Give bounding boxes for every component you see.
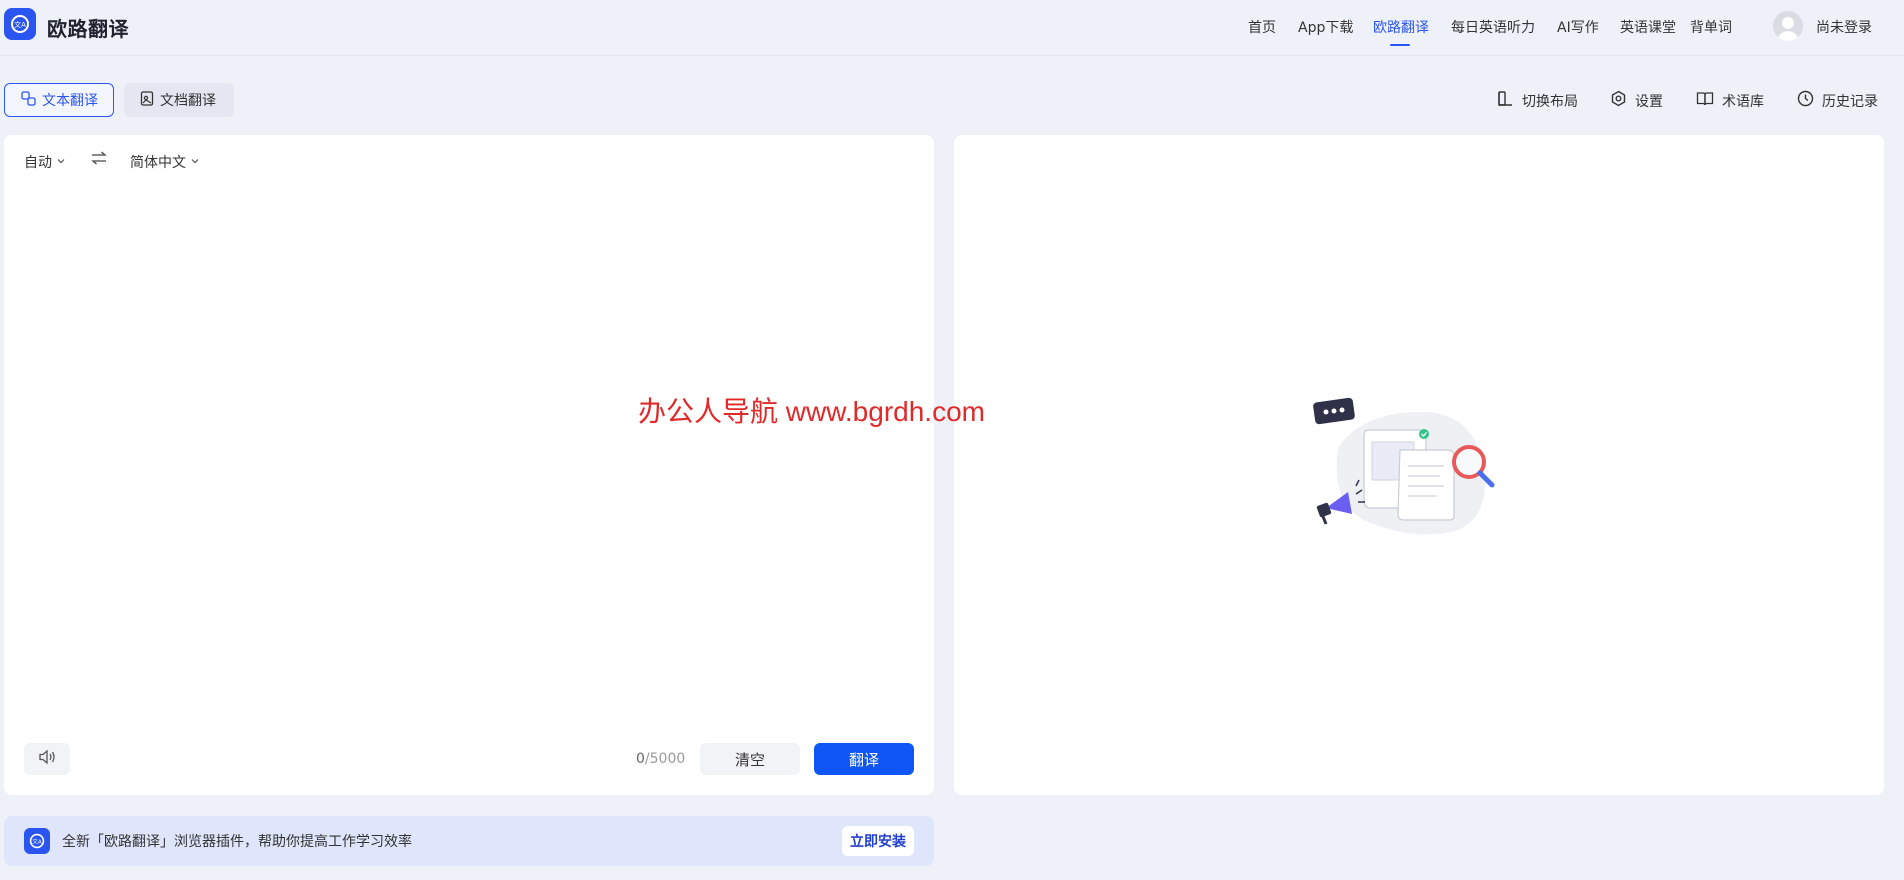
svg-text:文A: 文A — [32, 837, 42, 845]
glossary-label: 术语库 — [1722, 93, 1764, 110]
layout-icon — [1497, 90, 1514, 111]
target-language-select[interactable]: 简体中文 — [130, 152, 200, 172]
nav-vocabulary[interactable]: 背单词 — [1690, 17, 1732, 37]
swap-languages-button[interactable] — [91, 151, 107, 169]
settings-icon — [1610, 90, 1627, 111]
source-language-label: 自动 — [24, 155, 52, 171]
extension-banner: 文A 全新「欧路翻译」浏览器插件，帮助你提高工作学习效率 立即安装 — [4, 816, 934, 866]
source-language-select[interactable]: 自动 — [24, 152, 66, 172]
logo-icon[interactable]: 文A — [4, 8, 36, 40]
logo-icon: 文A — [24, 828, 50, 854]
nav-translate[interactable]: 欧路翻译 — [1373, 17, 1429, 37]
swap-icon — [91, 151, 107, 169]
tab-document-translate-label: 文档翻译 — [160, 93, 216, 109]
svg-text:文A: 文A — [14, 20, 26, 29]
speak-button[interactable] — [24, 743, 70, 775]
nav-home[interactable]: 首页 — [1248, 17, 1276, 37]
switch-layout-button[interactable]: 切换布局 — [1497, 90, 1578, 111]
target-language-label: 简体中文 — [130, 155, 186, 171]
translate-button[interactable]: 翻译 — [814, 743, 914, 775]
result-panel — [954, 135, 1884, 795]
tab-text-translate-label: 文本翻译 — [42, 93, 98, 109]
text-translate-icon — [21, 90, 36, 110]
history-icon — [1797, 90, 1814, 111]
settings-button[interactable]: 设置 — [1610, 90, 1663, 111]
chevron-down-icon — [56, 154, 66, 170]
document-icon — [140, 90, 154, 110]
login-link[interactable]: 尚未登录 — [1816, 17, 1872, 37]
nav-english-class[interactable]: 英语课堂 — [1620, 17, 1676, 37]
switch-layout-label: 切换布局 — [1522, 93, 1578, 110]
history-button[interactable]: 历史记录 — [1797, 90, 1878, 111]
watermark-text: 办公人导航 www.bgrdh.com — [638, 396, 985, 427]
nav-ai-writing[interactable]: AI写作 — [1557, 17, 1599, 37]
brand-name[interactable]: 欧路翻译 — [47, 13, 129, 42]
chevron-down-icon — [190, 154, 200, 170]
settings-label: 设置 — [1635, 93, 1663, 110]
nav-daily-listening[interactable]: 每日英语听力 — [1451, 17, 1535, 37]
install-button[interactable]: 立即安装 — [842, 826, 914, 856]
char-counter: 0/5000 — [636, 751, 685, 767]
clear-button[interactable]: 清空 — [700, 743, 800, 775]
speaker-icon — [38, 749, 56, 769]
glossary-button[interactable]: 术语库 — [1696, 90, 1764, 111]
nav-app-download[interactable]: App下载 — [1298, 17, 1353, 37]
tab-document-translate[interactable]: 文档翻译 — [124, 83, 234, 117]
char-count-max: /5000 — [644, 751, 686, 767]
tab-text-translate[interactable]: 文本翻译 — [4, 83, 114, 117]
empty-illustration — [1313, 397, 1495, 535]
avatar[interactable] — [1773, 11, 1803, 41]
banner-text: 全新「欧路翻译」浏览器插件，帮助你提高工作学习效率 — [62, 834, 412, 850]
nav-active-underline — [1390, 44, 1410, 46]
history-label: 历史记录 — [1822, 93, 1878, 110]
source-panel: 自动 简体中文 0/5000 清空 翻译 — [4, 135, 934, 795]
glossary-icon — [1696, 90, 1714, 111]
char-count-current: 0 — [636, 751, 645, 767]
top-header: 文A 欧路翻译 首页 App下载 欧路翻译 每日英语听力 AI写作 英语课堂 背… — [0, 0, 1904, 56]
